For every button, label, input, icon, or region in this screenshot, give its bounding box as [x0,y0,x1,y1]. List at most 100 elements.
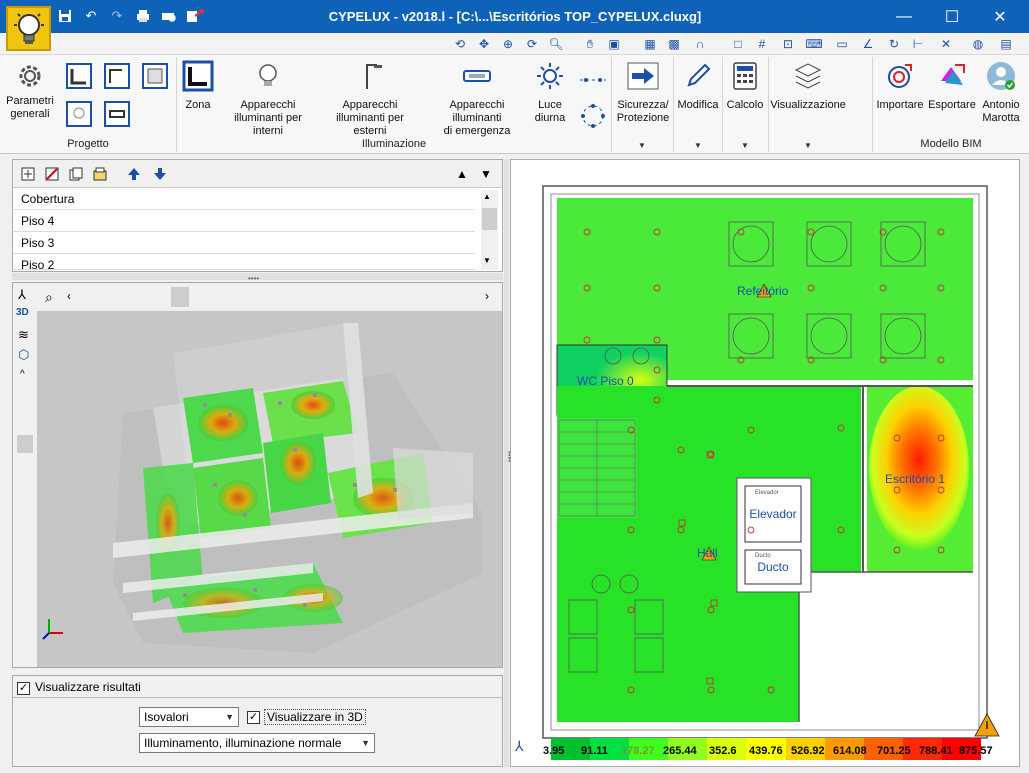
modifica-dropdown-icon[interactable]: ▼ [694,141,702,150]
calcolo-button[interactable]: Calcolo [725,59,765,112]
refresh-icon[interactable]: ⟳ [522,35,542,53]
importare-button[interactable]: Importare [876,59,924,112]
export-icon[interactable] [184,7,206,25]
show-results-checkbox[interactable]: ✓ [17,680,30,695]
edit-floor-icon[interactable] [91,165,109,183]
magnet-icon[interactable]: ∩ [690,35,710,53]
visualizzazione-dropdown-icon[interactable]: ▼ [804,141,812,150]
section-view-button[interactable] [100,59,134,93]
quick-access-toolbar: ↶ ↷ [54,7,206,25]
add-floor-icon[interactable] [19,165,37,183]
legend-value: 614.08 [833,745,867,757]
legend-value: 352.6 [709,745,737,757]
globe-icon[interactable]: ◍ [968,35,988,53]
move-up-icon[interactable] [125,165,143,183]
keyboard-icon[interactable]: ⌨ [804,35,824,53]
show-3d-checkbox[interactable]: ✓ [247,709,260,724]
calcolo-label: Calcolo [726,99,764,111]
print-preview-icon[interactable] [158,7,180,25]
horizontal-scroll-thumb[interactable] [171,287,189,307]
daylight-button[interactable]: Luce diurna [532,59,568,125]
collapse-down-icon[interactable]: ▼ [477,165,495,183]
list-item[interactable]: Piso 3 [13,232,475,254]
3d-view-panel[interactable]: ⌕ ‹ › ⅄ 3D ≋ ⬡ ^ [12,282,503,668]
zoom-icon[interactable]: 🔍︎ [546,35,566,53]
grid-icon[interactable]: # [752,35,772,53]
rotate-icon[interactable]: ⟲ [450,35,470,53]
room-label-hall[interactable]: Hall [697,546,718,560]
list-item[interactable]: Piso 2 [13,254,475,270]
move-down-icon[interactable] [151,165,169,183]
snap-icon[interactable]: ⊡ [778,35,798,53]
illuminance-select[interactable]: Illuminamento, illuminazione normale ▼ [139,733,375,753]
zona-button[interactable]: Zona [180,59,216,112]
esportare-button[interactable]: Esportare [928,59,976,112]
interior-lights-button[interactable]: Apparecchi illuminanti per interni [218,59,318,138]
user-account-button[interactable]: Antonio Marotta [978,59,1024,125]
scale-icon[interactable]: ▭ [832,35,852,53]
calcolo-dropdown-icon[interactable]: ▼ [741,141,749,150]
horizontal-splitter[interactable]: •••• [12,273,503,283]
parametri-generali-button[interactable]: Parametri generali [5,59,55,121]
cube-icon[interactable]: ⬡ [18,347,29,363]
list-item[interactable]: Cobertura [13,188,475,210]
3d-icon[interactable]: 3D [16,307,29,318]
maximize-button[interactable]: ☐ [929,0,975,33]
circle-distribution-button[interactable] [576,99,610,133]
angle-icon[interactable]: ∠ [858,35,878,53]
window-view-button[interactable] [138,59,172,93]
axes-icon[interactable]: ⅄ [18,287,26,303]
floors-scrollbar[interactable]: ▲ ▼ [481,190,498,270]
lamp-view-button[interactable] [62,97,96,131]
dimension-icon[interactable]: ⊢ [908,35,928,53]
zoom-icon[interactable]: ⌕ [45,289,53,306]
layers-icon[interactable]: ≋ [18,327,29,343]
app-logo[interactable] [6,6,51,51]
delete-floor-icon[interactable] [43,165,61,183]
list-item[interactable]: Piso 4 [13,210,475,232]
print-icon[interactable] [132,7,154,25]
qr-icon[interactable]: ▦ [640,35,660,53]
visualizzazione-label: Visualizzazione [770,99,846,111]
exterior-lights-button[interactable]: Apparecchi illuminanti per esterni [320,59,420,138]
vertical-scroll-thumb[interactable] [17,435,33,453]
panel-view-button[interactable] [100,97,134,131]
room-label-wc[interactable]: WC Piso 0 [577,374,634,388]
rotate-view-icon[interactable]: ↻ [884,35,904,53]
scroll-left-icon[interactable]: ‹ [67,289,71,303]
minimize-button[interactable]: — [881,0,927,33]
room-label-refeitorio[interactable]: Refeitório [737,284,788,298]
copy-floor-icon[interactable] [67,165,85,183]
sicurezza-dropdown-icon[interactable]: ▼ [638,141,646,150]
floor-plan-panel[interactable]: Refeitório WC Piso 0 Escritório 1 Elevad… [510,159,1020,767]
plan-view-button[interactable] [62,59,96,93]
scroll-right-icon[interactable]: › [485,289,489,303]
interni-label-1: Apparecchi [240,99,296,111]
vertical-splitter[interactable]: •••• [504,159,514,767]
modifica-button[interactable]: Modifica [676,59,720,112]
sicurezza-button[interactable]: Sicurezza/ Protezione [614,59,672,125]
zoom-window-icon[interactable]: ⊕ [498,35,518,53]
scroll-up-icon[interactable]: ^ [20,369,25,380]
close-button[interactable]: ✕ [977,0,1023,33]
save-icon[interactable] [54,7,76,25]
isovalues-select[interactable]: Isovalori ▼ [139,707,239,727]
pan-icon[interactable]: ✥ [474,35,494,53]
room-label-escritorio[interactable]: Escritório 1 [885,472,945,486]
visualizzazione-button[interactable]: Visualizzazione [770,59,846,112]
tools-icon[interactable]: ✕ [936,35,956,53]
undo-icon[interactable]: ↶ [80,7,102,25]
frame-icon[interactable]: ▣ [604,35,624,53]
emergency-lights-button[interactable]: Apparecchi illuminanti di emergenza [424,59,530,138]
room-label-ducto[interactable]: Ducto [747,560,799,574]
line-distribution-button[interactable] [576,63,610,97]
room-label-elevador[interactable]: Elevador [747,507,799,521]
collapse-up-icon[interactable]: ▲ [453,165,471,183]
floors-panel: ▲ ▼ Cobertura Piso 4 Piso 3 Piso 2 ▲ ▼ [12,159,503,272]
hand-icon[interactable]: ✋︎ [580,35,600,53]
grid-red-icon[interactable]: ▩ [664,35,684,53]
redo-icon[interactable]: ↷ [106,7,128,25]
book-icon[interactable]: ▤ [996,35,1016,53]
illuminance-value: Illuminamento, illuminazione normale [144,736,342,750]
rectangle-icon[interactable]: □ [728,35,748,53]
